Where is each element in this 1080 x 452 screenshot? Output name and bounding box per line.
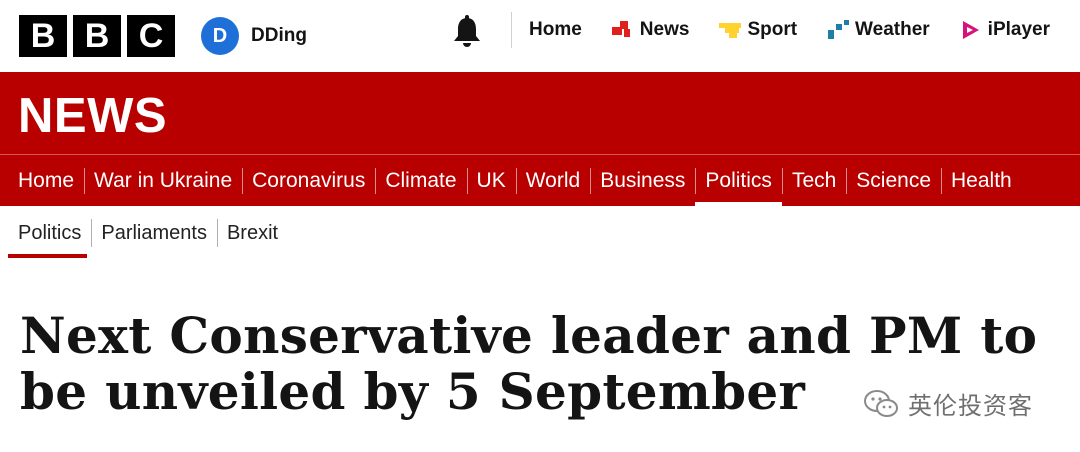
- global-nav-home[interactable]: Home: [529, 19, 582, 41]
- notifications-bell-icon[interactable]: [450, 14, 484, 50]
- weather-icon: [828, 20, 850, 39]
- account-link[interactable]: D DDing: [201, 17, 307, 55]
- section-nav-item-uk[interactable]: UK: [466, 155, 516, 206]
- account-name: DDing: [251, 25, 307, 46]
- global-nav-label: Sport: [747, 19, 798, 40]
- section-nav-item-business[interactable]: Business: [590, 155, 695, 206]
- section-nav-item-coronavirus[interactable]: Coronavirus: [242, 155, 375, 206]
- global-header: B B C D DDing Home News Sport Weather iP…: [0, 0, 1080, 72]
- iplayer-icon: [962, 21, 979, 39]
- section-nav-item-world[interactable]: World: [515, 155, 590, 206]
- global-nav-label: Home: [529, 19, 582, 40]
- news-logo[interactable]: NEWS: [18, 86, 167, 146]
- sub-nav-item-politics[interactable]: Politics: [0, 208, 91, 258]
- bbc-logo-letter: C: [127, 15, 175, 57]
- section-nav: Home War in Ukraine Coronavirus Climate …: [0, 155, 1080, 206]
- global-nav-news[interactable]: News: [610, 19, 690, 41]
- bbc-logo-letter: B: [73, 15, 121, 57]
- bbc-logo[interactable]: B B C: [19, 15, 175, 57]
- global-nav-weather[interactable]: Weather: [825, 19, 930, 41]
- sport-icon: [719, 23, 742, 38]
- sub-nav-item-brexit[interactable]: Brexit: [216, 208, 288, 258]
- wechat-watermark: 英伦投资客: [862, 386, 1033, 421]
- global-nav: Home News Sport Weather iPlayer: [529, 0, 1050, 60]
- news-masthead: NEWS Home War in Ukraine Coronavirus Cli…: [0, 72, 1080, 206]
- header-divider: [511, 12, 512, 48]
- section-nav-item-health[interactable]: Health: [941, 155, 1022, 206]
- news-icon: [611, 21, 630, 37]
- global-nav-label: iPlayer: [987, 19, 1050, 40]
- section-nav-item-war-in-ukraine[interactable]: War in Ukraine: [84, 155, 242, 206]
- section-nav-item-tech[interactable]: Tech: [781, 155, 846, 206]
- avatar: D: [201, 17, 239, 55]
- headline-line-2: be unveiled by 5 September: [20, 362, 806, 421]
- sub-nav: Politics Parliaments Brexit: [0, 208, 288, 258]
- headline-line-1: Next Conservative leader and PM to: [20, 306, 1038, 365]
- section-nav-item-science[interactable]: Science: [846, 155, 941, 206]
- sub-nav-item-parliaments[interactable]: Parliaments: [91, 208, 217, 258]
- section-nav-item-home[interactable]: Home: [0, 155, 84, 206]
- global-nav-label: News: [639, 19, 690, 40]
- global-nav-sport[interactable]: Sport: [717, 19, 797, 41]
- wechat-icon: [864, 389, 898, 417]
- bbc-logo-letter: B: [19, 15, 67, 57]
- global-nav-label: Weather: [855, 19, 930, 40]
- watermark-text: 英伦投资客: [908, 393, 1033, 420]
- section-nav-item-politics[interactable]: Politics: [695, 155, 782, 206]
- section-nav-item-climate[interactable]: Climate: [375, 155, 466, 206]
- global-nav-iplayer[interactable]: iPlayer: [958, 19, 1050, 41]
